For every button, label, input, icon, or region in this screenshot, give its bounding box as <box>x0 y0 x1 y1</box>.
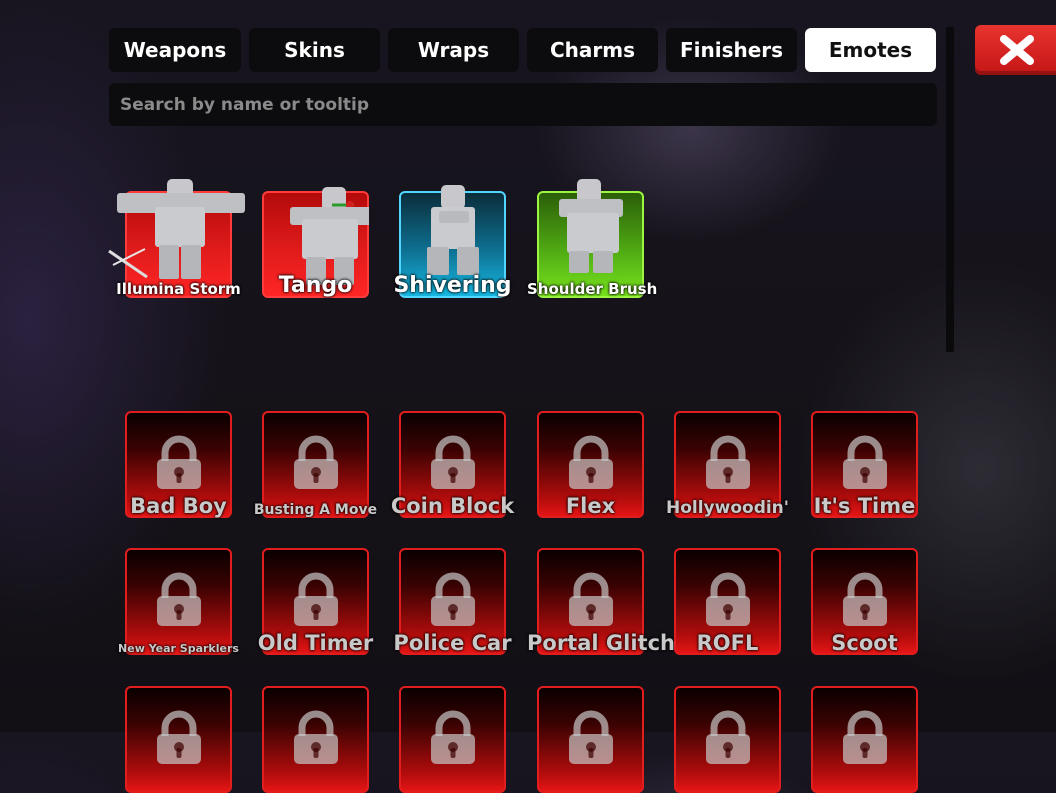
emote-name: Hollywoodin' <box>665 498 789 518</box>
lock-icon <box>702 435 754 495</box>
lock-icon <box>153 572 205 632</box>
locked-emote-tile[interactable]: It's Time <box>811 411 918 518</box>
lock-icon <box>427 710 479 770</box>
lock-icon <box>427 435 479 495</box>
tab-finishers[interactable]: Finishers <box>666 28 797 72</box>
close-x-icon <box>1000 35 1034 65</box>
lock-icon <box>839 435 891 495</box>
lock-icon <box>839 710 891 770</box>
emote-name: ROFL <box>696 631 759 655</box>
lock-icon <box>290 710 342 770</box>
locked-emote-tile[interactable] <box>537 686 644 793</box>
lock-icon <box>153 710 205 770</box>
emote-name: It's Time <box>813 494 916 518</box>
emote-name: Illumina Storm <box>116 280 241 298</box>
locked-emote-tile[interactable]: Bad Boy <box>125 411 232 518</box>
lock-icon <box>565 710 617 770</box>
locked-emote-tile[interactable]: Police Car <box>393 548 512 655</box>
avatar-figure-icon <box>559 179 623 273</box>
lock-icon <box>153 435 205 495</box>
emote-name: Portal Glitch <box>527 631 675 655</box>
lock-icon <box>565 572 617 632</box>
locked-emote-tile[interactable] <box>674 686 781 793</box>
locked-emote-tile[interactable] <box>125 686 232 793</box>
emote-name: Busting A Move <box>253 502 378 518</box>
emote-name: Police Car <box>393 631 512 655</box>
emote-name: Tango <box>278 273 353 298</box>
emote-tile-tango[interactable]: Tango <box>262 187 369 298</box>
search-input[interactable] <box>109 83 937 126</box>
locked-emote-tile[interactable]: Flex <box>537 411 644 518</box>
emote-name: Scoot <box>831 631 898 655</box>
locked-emote-tile[interactable] <box>262 686 369 793</box>
locked-emote-tile[interactable]: Busting A Move <box>254 411 377 518</box>
tab-skins[interactable]: Skins <box>249 28 380 72</box>
locked-emote-tile[interactable]: Portal Glitch <box>527 548 675 655</box>
locked-emote-tile[interactable]: Hollywoodin' <box>666 411 789 518</box>
close-button[interactable] <box>975 25 1056 75</box>
lock-icon <box>290 572 342 632</box>
scrollbar[interactable] <box>946 27 954 352</box>
emote-name: Bad Boy <box>130 494 227 518</box>
lock-icon <box>839 572 891 632</box>
tab-wraps[interactable]: Wraps <box>388 28 519 72</box>
emote-name: Flex <box>565 494 616 518</box>
lock-icon <box>702 572 754 632</box>
emote-name: New Year Sparklers <box>118 642 239 655</box>
lock-icon <box>427 572 479 632</box>
emote-tile-illumina-storm[interactable]: Illumina Storm <box>108 179 245 298</box>
emote-name: Shoulder Brush <box>527 280 658 298</box>
emote-name: Shivering <box>393 273 512 298</box>
avatar-figure-icon <box>108 179 245 279</box>
emote-tile-shivering[interactable]: Shivering <box>393 185 512 298</box>
locked-emote-tile[interactable]: Scoot <box>811 548 918 655</box>
locked-emote-tile[interactable] <box>399 686 506 793</box>
lock-icon <box>290 435 342 495</box>
tab-emotes[interactable]: Emotes <box>805 28 936 72</box>
lock-icon <box>702 710 754 770</box>
locked-emote-tile[interactable]: ROFL <box>674 548 781 655</box>
lock-icon <box>565 435 617 495</box>
emote-tile-shoulder-brush[interactable]: Shoulder Brush <box>527 179 657 298</box>
emote-name: Old Timer <box>257 631 374 655</box>
locked-emote-tile[interactable]: Old Timer <box>258 548 373 655</box>
locked-emote-tile[interactable]: New Year Sparklers <box>118 548 239 655</box>
emote-name: Coin Block <box>390 494 515 518</box>
locked-emote-tile[interactable]: Coin Block <box>391 411 514 518</box>
tab-charms[interactable]: Charms <box>527 28 658 72</box>
tab-weapons[interactable]: Weapons <box>109 28 241 72</box>
locked-emote-tile[interactable] <box>811 686 918 793</box>
